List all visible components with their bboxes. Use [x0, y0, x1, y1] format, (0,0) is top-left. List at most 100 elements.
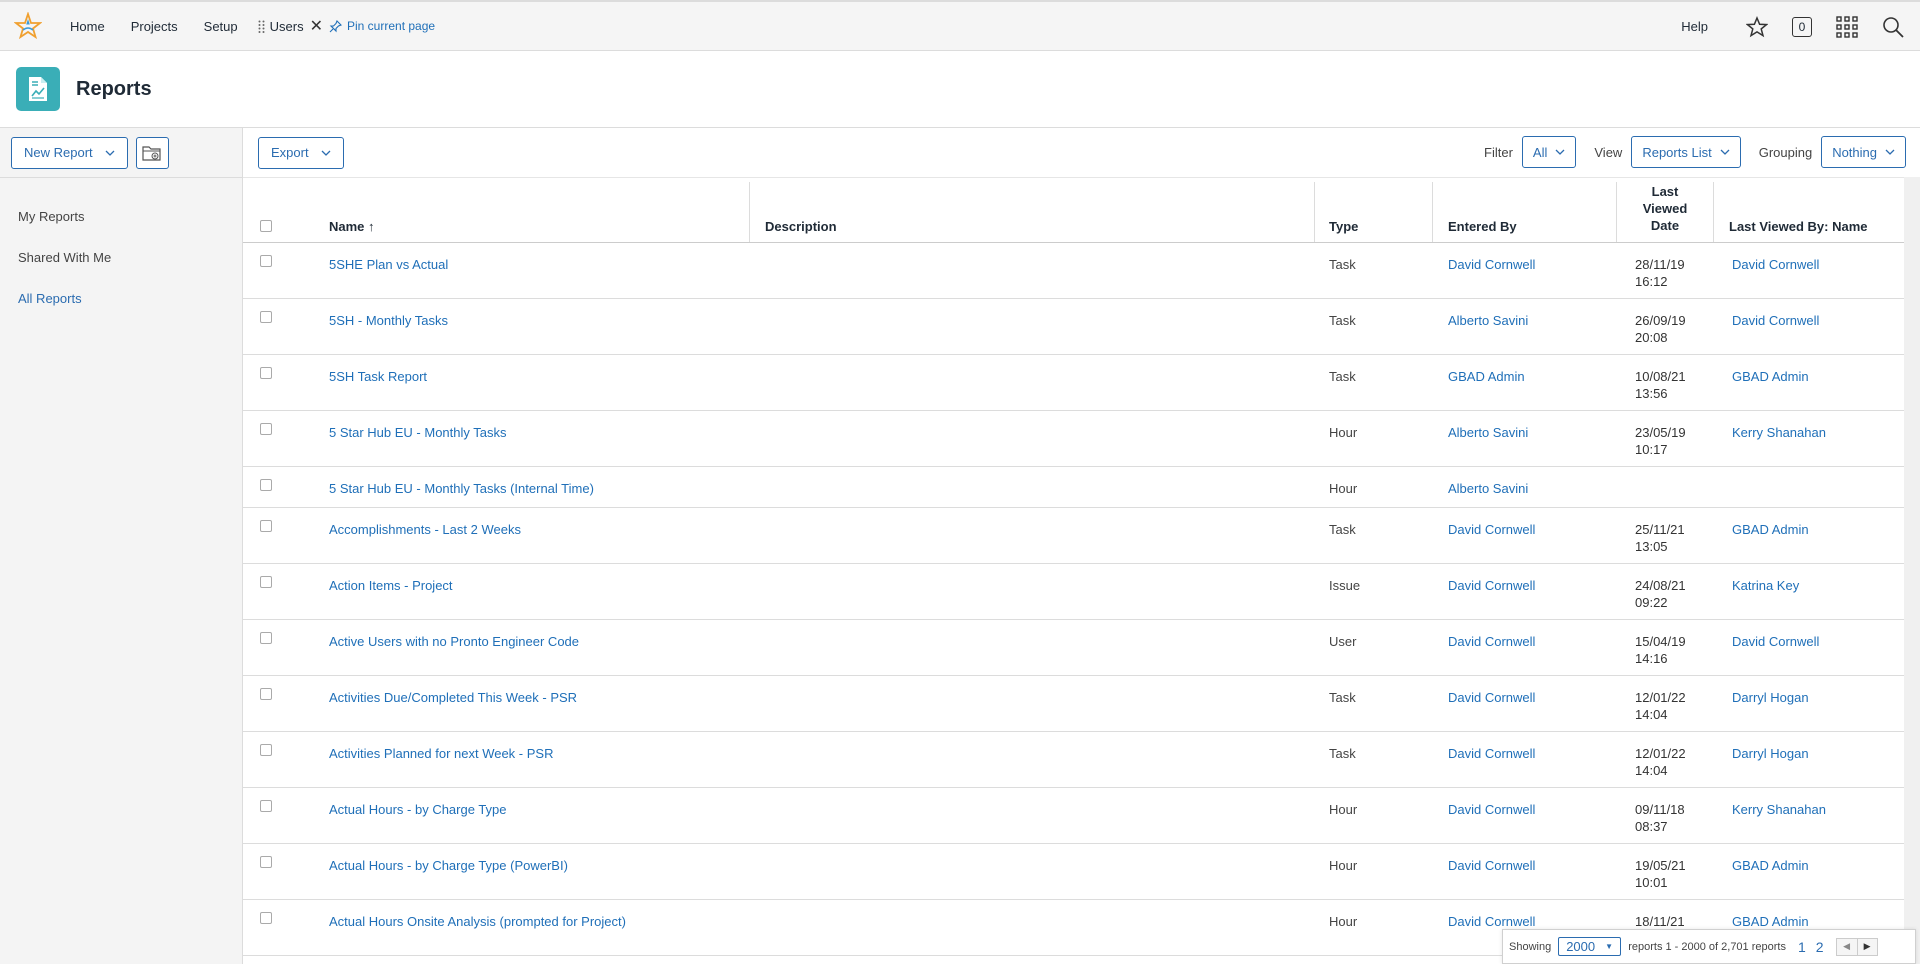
notifications-counter[interactable]: 0: [1792, 16, 1812, 37]
pin-current-page-link[interactable]: Pin current page: [329, 19, 435, 33]
last-viewed-by-link[interactable]: GBAD Admin: [1732, 521, 1809, 538]
last-viewed-by-link[interactable]: David Cornwell: [1732, 312, 1819, 329]
help-link[interactable]: Help: [1681, 19, 1708, 34]
report-name-link[interactable]: Activities Due/Completed This Week - PSR: [329, 689, 577, 706]
table-row[interactable]: Activities Planned for next Week - PSR Ta…: [243, 732, 1904, 788]
nav-tab-users[interactable]: Users: [270, 19, 304, 34]
page-2-link[interactable]: 2: [1816, 939, 1824, 955]
column-header-last-viewed-date[interactable]: Last Viewed Date: [1631, 183, 1699, 234]
new-report-button[interactable]: New Report: [11, 136, 128, 169]
column-header-entered-by[interactable]: Entered By: [1448, 219, 1517, 234]
nav-home[interactable]: Home: [70, 19, 105, 34]
column-header-type[interactable]: Type: [1329, 219, 1358, 234]
page-size-select[interactable]: 2000 ▼: [1558, 937, 1622, 956]
entered-by-link[interactable]: Alberto Savini: [1448, 424, 1528, 441]
row-checkbox[interactable]: [260, 632, 272, 644]
row-checkbox[interactable]: [260, 367, 272, 379]
row-checkbox[interactable]: [260, 800, 272, 812]
close-tab-icon[interactable]: ✕: [310, 16, 323, 36]
last-viewed-by-link[interactable]: GBAD Admin: [1732, 368, 1809, 385]
entered-by-link[interactable]: GBAD Admin: [1448, 368, 1525, 385]
report-name-link[interactable]: 5SH Task Report: [329, 368, 427, 385]
vertical-scrollbar[interactable]: [1904, 177, 1920, 964]
grouping-dropdown[interactable]: Nothing: [1821, 136, 1906, 168]
table-row[interactable]: Accomplishments - Last 2 Weeks Task David …: [243, 508, 1904, 564]
report-name-link[interactable]: 5SHE Plan vs Actual: [329, 256, 448, 273]
last-viewed-by-link[interactable]: Darryl Hogan: [1732, 745, 1809, 762]
sidebar-item-all-reports[interactable]: All Reports: [0, 278, 242, 319]
drag-handle-icon[interactable]: [258, 20, 265, 33]
report-name-link[interactable]: Accomplishments - Last 2 Weeks: [329, 521, 521, 538]
app-logo-icon[interactable]: [14, 12, 42, 40]
row-checkbox[interactable]: [260, 520, 272, 532]
row-checkbox[interactable]: [260, 576, 272, 588]
search-icon[interactable]: [1882, 16, 1904, 38]
column-divider[interactable]: [1616, 182, 1617, 242]
entered-by-link[interactable]: David Cornwell: [1448, 745, 1535, 762]
entered-by-link[interactable]: David Cornwell: [1448, 577, 1535, 594]
entered-by-link[interactable]: Alberto Savini: [1448, 480, 1528, 497]
nav-projects[interactable]: Projects: [131, 19, 178, 34]
entered-by-link[interactable]: David Cornwell: [1448, 521, 1535, 538]
report-name-link[interactable]: 5SH - Monthly Tasks: [329, 312, 448, 329]
last-viewed-by-link[interactable]: GBAD Admin: [1732, 913, 1809, 930]
report-name-link[interactable]: Actual Hours - by Charge Type (PowerBI): [329, 857, 568, 874]
report-name-link[interactable]: Activities Planned for next Week - PSR: [329, 745, 553, 762]
export-button[interactable]: Export: [258, 136, 344, 169]
last-viewed-by-link[interactable]: Darryl Hogan: [1732, 689, 1809, 706]
entered-by-link[interactable]: David Cornwell: [1448, 913, 1535, 930]
report-name-link[interactable]: Action Items - Project: [329, 577, 453, 594]
new-folder-button[interactable]: [135, 136, 169, 169]
column-divider[interactable]: [1432, 182, 1433, 242]
column-header-name[interactable]: Name ↑: [329, 219, 375, 234]
column-divider[interactable]: [1314, 182, 1315, 242]
table-row[interactable]: Active Users with no Pronto Engineer Cod…: [243, 620, 1904, 676]
report-name-link[interactable]: 5 Star Hub EU - Monthly Tasks (Internal …: [329, 480, 594, 497]
nav-setup[interactable]: Setup: [204, 19, 238, 34]
favorites-star-icon[interactable]: [1746, 15, 1768, 38]
row-checkbox[interactable]: [260, 423, 272, 435]
report-name-link[interactable]: Actual Hours Onsite Analysis (prompted f…: [329, 913, 626, 930]
entered-by-link[interactable]: David Cornwell: [1448, 256, 1535, 273]
entered-by-link[interactable]: David Cornwell: [1448, 857, 1535, 874]
table-row[interactable]: Activities Due/Completed This Week - PSR…: [243, 676, 1904, 732]
report-name-link[interactable]: Active Users with no Pronto Engineer Cod…: [329, 633, 579, 650]
entered-by-link[interactable]: David Cornwell: [1448, 633, 1535, 650]
last-viewed-by-link[interactable]: David Cornwell: [1732, 633, 1819, 650]
row-checkbox[interactable]: [260, 479, 272, 491]
table-row[interactable]: 5SH Task Report Task GBAD Admin 10/08/21 13:…: [243, 355, 1904, 411]
row-checkbox[interactable]: [260, 744, 272, 756]
row-checkbox[interactable]: [260, 688, 272, 700]
column-divider[interactable]: [1713, 182, 1714, 242]
entered-by-link[interactable]: Alberto Savini: [1448, 312, 1528, 329]
table-row[interactable]: 5 Star Hub EU - Monthly Tasks Hour Alberto…: [243, 411, 1904, 467]
table-row[interactable]: Actual Hours - by Charge Type (PowerBI) H…: [243, 844, 1904, 900]
next-page-icon[interactable]: ▶: [1856, 938, 1877, 955]
table-row[interactable]: 5 Star Hub EU - Monthly Tasks (Internal …: [243, 467, 1904, 508]
previous-page-icon[interactable]: ◀: [1836, 938, 1857, 955]
table-row[interactable]: 5SH - Monthly Tasks Task Alberto Savini 26/…: [243, 299, 1904, 355]
sidebar-item-my-reports[interactable]: My Reports: [0, 196, 242, 237]
last-viewed-by-link[interactable]: Kerry Shanahan: [1732, 801, 1826, 818]
entered-by-link[interactable]: David Cornwell: [1448, 801, 1535, 818]
row-checkbox[interactable]: [260, 856, 272, 868]
table-row[interactable]: Actual Hours - by Charge Type Hour David C…: [243, 788, 1904, 844]
view-dropdown[interactable]: Reports List: [1631, 136, 1741, 168]
row-checkbox[interactable]: [260, 912, 272, 924]
report-name-link[interactable]: 5 Star Hub EU - Monthly Tasks: [329, 424, 507, 441]
last-viewed-by-link[interactable]: David Cornwell: [1732, 256, 1819, 273]
column-header-last-viewed-by[interactable]: Last Viewed By: Name: [1729, 219, 1867, 234]
apps-grid-icon[interactable]: [1836, 15, 1858, 38]
report-name-link[interactable]: Actual Hours - by Charge Type: [329, 801, 507, 818]
column-divider[interactable]: [749, 182, 750, 242]
last-viewed-by-link[interactable]: Katrina Key: [1732, 577, 1799, 594]
filter-dropdown[interactable]: All: [1521, 136, 1577, 168]
column-header-description[interactable]: Description: [765, 219, 837, 234]
entered-by-link[interactable]: David Cornwell: [1448, 689, 1535, 706]
sidebar-item-shared-with-me[interactable]: Shared With Me: [0, 237, 242, 278]
page-1-link[interactable]: 1: [1798, 939, 1806, 955]
last-viewed-by-link[interactable]: Kerry Shanahan: [1732, 424, 1826, 441]
table-row[interactable]: Action Items - Project Issue David Cornwel…: [243, 564, 1904, 620]
row-checkbox[interactable]: [260, 255, 272, 267]
select-all-checkbox[interactable]: [260, 220, 272, 232]
